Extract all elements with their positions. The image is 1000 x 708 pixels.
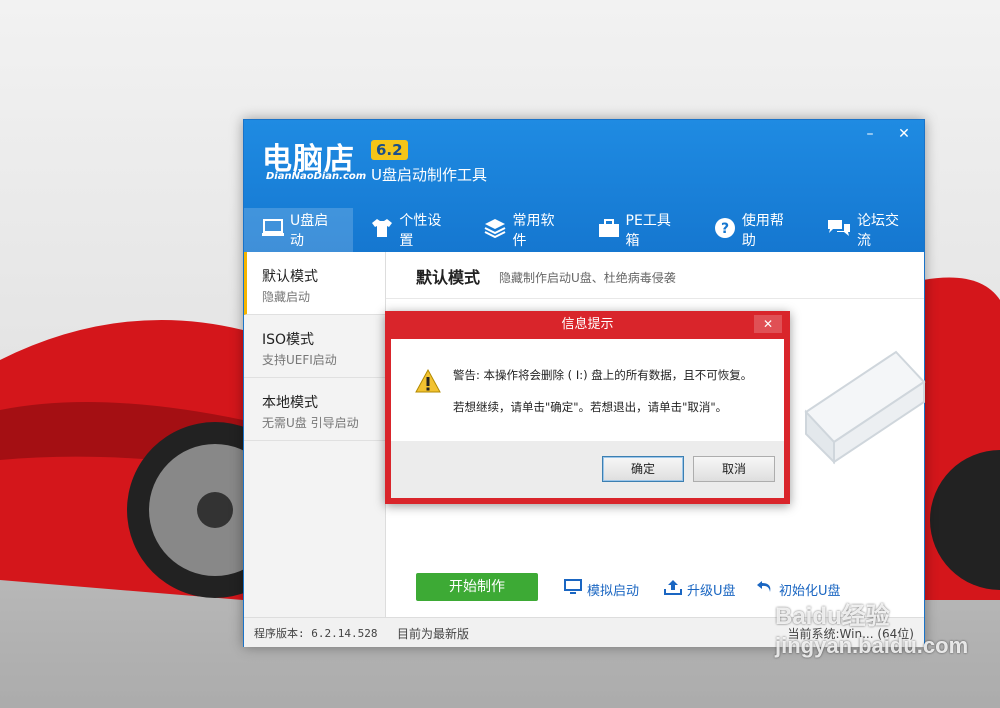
upgrade-usb-label: 升级U盘 [687, 583, 736, 599]
tab-software[interactable]: 常用软件 [466, 208, 579, 252]
program-version: 程序版本: 6.2.14.528 [254, 627, 378, 640]
close-button[interactable]: ✕ [892, 124, 916, 144]
cancel-button[interactable]: 取消 [693, 456, 775, 482]
mode-title: 默认模式 [416, 268, 481, 287]
toolbox-icon [598, 218, 620, 242]
usb-drive-illustration [804, 350, 926, 465]
tab-forum[interactable]: 论坛交流 [809, 208, 924, 252]
tab-label: U盘启动 [290, 213, 329, 249]
undo-icon [756, 579, 774, 599]
dialog-title: 信息提示 [561, 317, 614, 332]
baidu-watermark: Baidu经验 jingyan.baidu.com [775, 596, 968, 659]
monitor-icon [564, 579, 582, 599]
upgrade-usb-button[interactable]: 升级U盘 [664, 579, 736, 599]
stack-icon [484, 218, 506, 242]
version-badge: 6.2 [371, 140, 408, 160]
sidebar-item-title: ISO模式 [262, 332, 315, 348]
mode-sidebar: 默认模式 隐藏启动 ISO模式 支持UEFI启动 本地模式 无需U盘 引导启动 [244, 252, 386, 617]
sidebar-item-desc: 无需U盘 引导启动 [262, 416, 359, 430]
tab-help[interactable]: ? 使用帮助 [696, 208, 809, 252]
update-status: 目前为最新版 [397, 627, 470, 641]
upload-icon [664, 579, 682, 599]
svg-text:?: ? [721, 221, 729, 237]
main-tabs: U盘启动 个性设置 常用软件 PE工具箱 ? 使用帮助 论坛交流 [244, 208, 924, 252]
tab-pe-toolbox[interactable]: PE工具箱 [580, 208, 696, 252]
sidebar-item-title: 本地模式 [262, 395, 318, 411]
app-title: U盘启动制作工具 [371, 166, 487, 184]
tab-label: 个性设置 [399, 213, 442, 249]
logo-subtitle: DianNaoDian.com [266, 171, 367, 182]
shirt-icon [371, 218, 393, 242]
info-dialog: 信息提示 ✕ 警告: 本操作将会删除 ( I:) 盘上的所有数据，且不可恢复。 … [385, 311, 790, 504]
warning-icon [415, 369, 441, 393]
usb-icon [262, 218, 284, 242]
sidebar-item-desc: 支持UEFI启动 [262, 353, 337, 367]
sidebar-item-iso-mode[interactable]: ISO模式 支持UEFI启动 [244, 315, 385, 378]
chat-icon [827, 218, 851, 242]
help-icon: ? [714, 217, 736, 243]
sidebar-item-default-mode[interactable]: 默认模式 隐藏启动 [244, 252, 385, 315]
watermark-brand: Baidu经验 [775, 603, 890, 630]
dialog-body: 警告: 本操作将会删除 ( I:) 盘上的所有数据，且不可恢复。 若想继续，请单… [391, 339, 784, 498]
tab-label: 使用帮助 [741, 213, 784, 249]
tab-label: 常用软件 [512, 213, 555, 249]
tab-label: PE工具箱 [625, 213, 671, 249]
sidebar-item-local-mode[interactable]: 本地模式 无需U盘 引导启动 [244, 378, 385, 441]
sidebar-item-desc: 隐藏启动 [262, 290, 311, 304]
dialog-close-button[interactable]: ✕ [754, 315, 782, 333]
minimize-button[interactable]: – [858, 124, 882, 144]
divider [386, 298, 924, 299]
simulate-boot-label: 模拟启动 [587, 583, 640, 599]
tab-usb-boot[interactable]: U盘启动 [244, 208, 354, 252]
mode-description: 隐藏制作启动U盘、杜绝病毒侵袭 [499, 271, 676, 285]
confirm-button[interactable]: 确定 [602, 456, 684, 482]
dialog-footer: 确定 取消 [391, 441, 784, 498]
start-make-button[interactable]: 开始制作 [416, 573, 538, 601]
instruction-message: 若想继续，请单击"确定"。若想退出，请单击"取消"。 [453, 400, 728, 414]
tab-label: 论坛交流 [856, 213, 899, 249]
simulate-boot-button[interactable]: 模拟启动 [564, 579, 639, 599]
tab-personalize[interactable]: 个性设置 [353, 208, 466, 252]
warning-message: 警告: 本操作将会删除 ( I:) 盘上的所有数据，且不可恢复。 [453, 368, 753, 382]
sidebar-item-title: 默认模式 [262, 269, 318, 285]
watermark-url: jingyan.baidu.com [775, 633, 969, 658]
title-bar: 电脑店 DianNaoDian.com 6.2 U盘启动制作工具 – ✕ U盘启… [244, 120, 924, 252]
